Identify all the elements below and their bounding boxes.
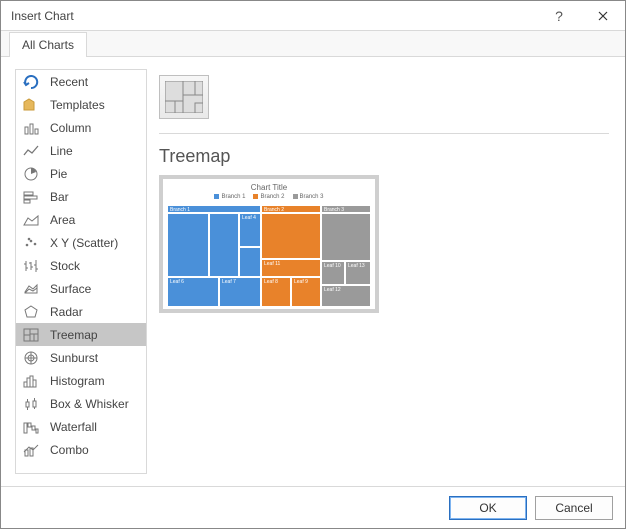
sidebar-item-label: Area <box>50 213 75 227</box>
sidebar-item-line[interactable]: Line <box>16 139 146 162</box>
chart-preview[interactable]: Chart Title Branch 1 Branch 2 Branch 3 B… <box>159 175 379 313</box>
sidebar-item-label: Column <box>50 121 91 135</box>
tab-label: All Charts <box>22 38 74 52</box>
boxwhisker-icon <box>22 396 40 412</box>
sidebar-item-label: Line <box>50 144 73 158</box>
treemap-icon <box>22 327 40 343</box>
close-button[interactable] <box>581 1 625 31</box>
chart-type-sidebar: Recent Templates Column Line Pie Bar <box>15 69 147 474</box>
box-branch1: Branch 1 <box>167 205 261 213</box>
sunburst-icon <box>22 350 40 366</box>
tab-all-charts[interactable]: All Charts <box>9 32 87 57</box>
box-blue-mid <box>209 213 239 277</box>
box-grey-big <box>321 213 371 261</box>
sidebar-item-scatter[interactable]: X Y (Scatter) <box>16 231 146 254</box>
box-branch2: Branch 2 <box>261 205 321 213</box>
box-leaf8: Leaf 8 <box>261 277 291 307</box>
box-blue-big <box>167 213 209 277</box>
help-button[interactable]: ? <box>537 1 581 31</box>
legend-branch2: Branch 2 <box>253 194 284 200</box>
sidebar-item-templates[interactable]: Templates <box>16 93 146 116</box>
waterfall-icon <box>22 419 40 435</box>
sidebar-item-combo[interactable]: Combo <box>16 438 146 461</box>
sidebar-item-treemap[interactable]: Treemap <box>16 323 146 346</box>
sidebar-item-waterfall[interactable]: Waterfall <box>16 415 146 438</box>
sidebar-item-boxwhisker[interactable]: Box & Whisker <box>16 392 146 415</box>
cancel-button[interactable]: Cancel <box>535 496 613 520</box>
ok-button-label: OK <box>479 501 496 515</box>
scatter-icon <box>22 235 40 251</box>
legend-branch3: Branch 3 <box>293 194 324 200</box>
box-leaf10: Leaf 10 <box>321 261 345 285</box>
sidebar-item-label: Bar <box>50 190 69 204</box>
sidebar-item-label: Surface <box>50 282 91 296</box>
line-icon <box>22 143 40 159</box>
subtype-thumb-treemap[interactable] <box>159 75 209 119</box>
sidebar-item-recent[interactable]: Recent <box>16 70 146 93</box>
sidebar-item-area[interactable]: Area <box>16 208 146 231</box>
insert-chart-dialog: Insert Chart ? All Charts Recent Templat… <box>0 0 626 529</box>
chart-type-title: Treemap <box>159 146 609 167</box>
sidebar-item-label: Treemap <box>50 328 98 342</box>
dialog-title: Insert Chart <box>11 9 74 23</box>
dialog-footer: OK Cancel <box>1 486 625 528</box>
sidebar-item-label: Sunburst <box>50 351 98 365</box>
surface-icon <box>22 281 40 297</box>
subtype-row <box>159 71 609 134</box>
bar-icon <box>22 189 40 205</box>
cancel-button-label: Cancel <box>555 501 592 515</box>
box-blue-small <box>239 247 261 277</box>
sidebar-item-stock[interactable]: Stock <box>16 254 146 277</box>
preview-legend: Branch 1 Branch 2 Branch 3 <box>163 192 375 204</box>
dialog-body: Recent Templates Column Line Pie Bar <box>1 57 625 486</box>
box-leaf9: Leaf 9 <box>291 277 321 307</box>
sidebar-item-label: Templates <box>50 98 105 112</box>
sidebar-item-label: Combo <box>50 443 89 457</box>
sidebar-item-label: Waterfall <box>50 420 97 434</box>
box-leaf12: Leaf 12 <box>321 285 371 307</box>
sidebar-item-column[interactable]: Column <box>16 116 146 139</box>
radar-icon <box>22 304 40 320</box>
box-leaf13: Leaf 13 <box>345 261 371 285</box>
sidebar-item-label: Recent <box>50 75 88 89</box>
sidebar-item-pie[interactable]: Pie <box>16 162 146 185</box>
box-leaf7: Leaf 7 <box>219 277 261 307</box>
sidebar-item-radar[interactable]: Radar <box>16 300 146 323</box>
sidebar-item-label: X Y (Scatter) <box>50 236 118 250</box>
sidebar-item-sunburst[interactable]: Sunburst <box>16 346 146 369</box>
combo-icon <box>22 442 40 458</box>
sidebar-item-label: Box & Whisker <box>50 397 129 411</box>
sidebar-item-label: Histogram <box>50 374 105 388</box>
ok-button[interactable]: OK <box>449 496 527 520</box>
pie-icon <box>22 166 40 182</box>
sidebar-item-bar[interactable]: Bar <box>16 185 146 208</box>
sidebar-item-histogram[interactable]: Histogram <box>16 369 146 392</box>
preview-chart-title: Chart Title <box>163 179 375 192</box>
box-branch3: Branch 3 <box>321 205 371 213</box>
close-icon <box>598 11 608 21</box>
histogram-icon <box>22 373 40 389</box>
legend-branch1: Branch 1 <box>214 194 245 200</box>
tabstrip: All Charts <box>1 31 625 57</box>
box-leaf11: Leaf 11 <box>261 259 321 277</box>
stock-icon <box>22 258 40 274</box>
recent-icon <box>22 74 40 90</box>
box-leaf4: Leaf 4 <box>239 213 261 247</box>
templates-icon <box>22 97 40 113</box>
sidebar-item-label: Pie <box>50 167 67 181</box>
sidebar-item-label: Radar <box>50 305 83 319</box>
column-icon <box>22 120 40 136</box>
content-pane: Treemap Chart Title Branch 1 Branch 2 Br… <box>157 69 611 474</box>
sidebar-item-surface[interactable]: Surface <box>16 277 146 300</box>
area-icon <box>22 212 40 228</box>
titlebar: Insert Chart ? <box>1 1 625 31</box>
sidebar-item-label: Stock <box>50 259 80 273</box>
box-leaf6: Leaf 6 <box>167 277 219 307</box>
treemap-thumb-icon <box>165 81 203 113</box>
box-orange-big <box>261 213 321 259</box>
